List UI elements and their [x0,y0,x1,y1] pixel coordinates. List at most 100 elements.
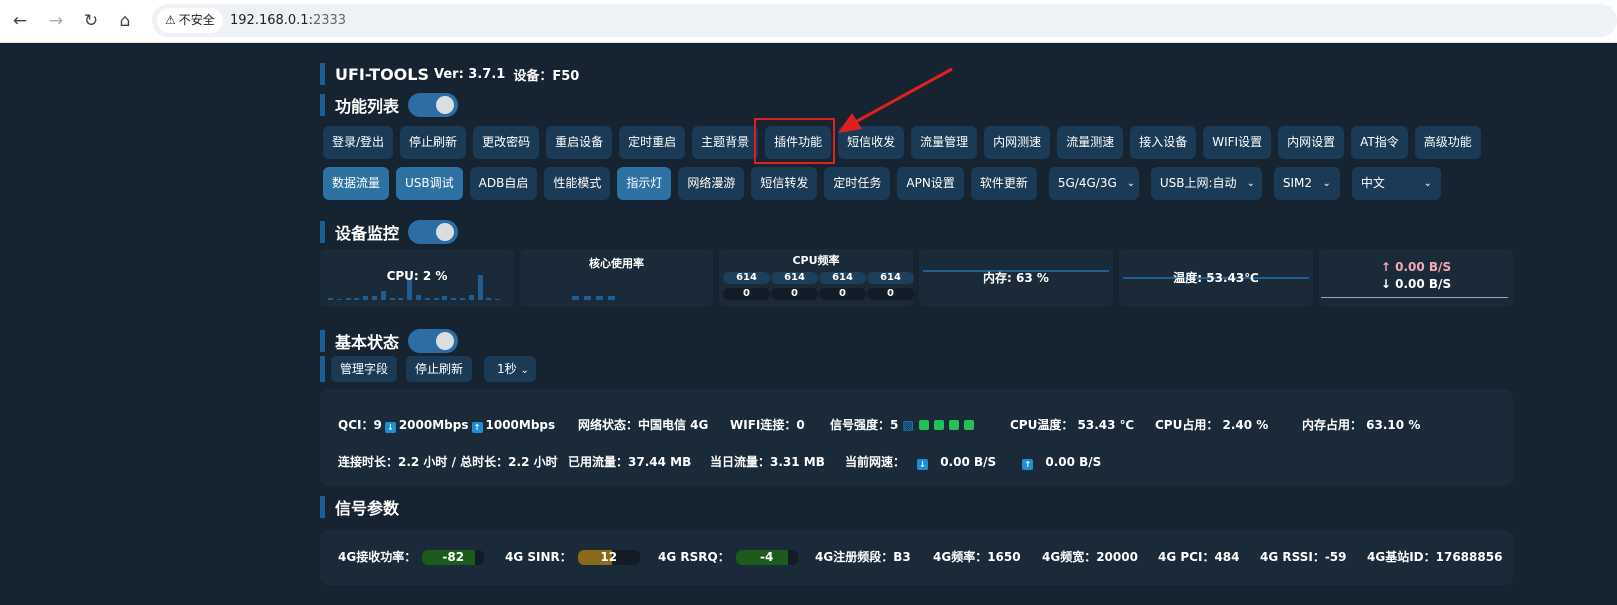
cpu-history-bar [486,297,492,300]
toggle-feature-button[interactable]: 数据流量 [323,167,390,200]
qci-item: QCI：9 ↓ 2000Mbps ↑ 1000Mbps [338,416,555,433]
feature-button[interactable]: 重启设备 [546,126,613,159]
upload-speed: ↑ 0.00 B/S [1380,260,1452,274]
cpu-history-bar [354,297,360,300]
feature-button[interactable]: AT指令 [1351,126,1408,159]
toggle-feature-button[interactable]: 短信转发 [751,167,818,200]
monitor-title: 设备监控 [335,224,400,243]
ul-rate: 1000Mbps [485,418,556,432]
core-usage-bar [608,296,615,300]
security-label: 不安全 [178,13,215,27]
cpu-history-bar [380,291,386,300]
cpu-freq-value: 614 [723,272,770,284]
toggle-feature-button[interactable]: 软件更新 [970,167,1037,200]
feature-button[interactable]: 接入设备 [1130,126,1197,159]
core-usage-title: 核心使用率 [589,257,644,270]
signal-bar [963,420,974,430]
cpu-freq-value: 614 [771,272,818,284]
feature-button[interactable]: 高级功能 [1414,126,1481,159]
toggle-knob [436,223,455,241]
cpu-history-bar [398,297,404,300]
toggle-knob [436,96,455,114]
toggle-feature-button[interactable]: 网络漫游 [678,167,745,200]
home-icon[interactable]: ⌂ [114,10,136,32]
cpu-temperature: CPU温度： 53.43 ℃ [1010,418,1135,432]
feature-button[interactable]: 登录/登出 [323,126,394,159]
feature-toggle[interactable] [408,93,459,117]
feature-button[interactable]: 定时重启 [619,126,686,159]
feature-button[interactable]: 更改密码 [473,126,540,159]
current-ul: 0.00 B/S [1045,455,1102,469]
stop-refresh-button[interactable]: 停止刷新 [406,356,473,382]
toggle-feature-button[interactable]: 定时任务 [824,167,891,200]
cpu-history-bar [407,280,413,300]
pci-item: 4G PCI：484 [1158,550,1240,564]
option-select[interactable]: SIM2 ⌄ [1273,167,1340,200]
sinr-value: 12 [600,550,618,564]
speed-line [1321,297,1508,298]
security-chip[interactable]: ⚠ 不安全 [157,8,223,33]
signal-section-title: 信号参数 [320,496,399,518]
cpu-history-bar [433,297,439,300]
cpu-history-bar [336,298,342,300]
rsrq-meter: -4 [735,550,798,565]
basic-status-section-title: 基本状态 [320,329,459,353]
toggle-feature-button[interactable]: USB调试 [396,167,463,200]
annotation-arrow-icon [838,67,953,133]
forward-icon[interactable]: → [45,10,67,32]
cpu-history-bar [468,295,474,300]
cpu-history-bar [451,297,457,300]
back-icon[interactable]: ← [9,10,31,32]
select-value: 5G/4G/3G [1057,176,1117,190]
refresh-interval-select[interactable]: 1秒 ⌄ [484,356,536,382]
address-bar[interactable]: ⚠ 不安全 192.168.0.1:2333 [152,4,1617,37]
feature-button[interactable]: 内网设置 [1278,126,1345,159]
monitor-section-title: 设备监控 [320,220,459,244]
monitor-cards: CPU: 2 % 核心使用率 CPU频率 614 0 614 0 614 0 614 0 内存… [320,249,1513,307]
title-marker [320,496,325,518]
feature-button[interactable]: 内网测速 [984,126,1051,159]
cpu-history-bar [477,275,483,300]
cpu-label: CPU: 2 % [386,269,448,283]
url-port: 2333 [312,13,347,28]
toggle-feature-button[interactable]: 指示灯 [617,167,672,200]
rssi-item: 4G RSSI：-59 [1260,550,1347,564]
cpu-history-bar [495,298,501,300]
signal-bar [918,420,929,430]
basic-status-toolbar: 管理字段 停止刷新 1秒 ⌄ [320,356,536,382]
feature-button[interactable]: 主题背景 [692,126,759,159]
title-marker [320,221,325,243]
interval-value: 1秒 [497,362,517,376]
reload-icon[interactable]: ↻ [80,10,102,32]
feature-button[interactable]: WIFI设置 [1203,126,1272,159]
wifi-connections: WIFI连接：0 [730,418,805,432]
browser-toolbar: ← → ↻ ⌂ ⚠ 不安全 192.168.0.1:2333 [0,0,1617,43]
upload-arrow-icon: ↑ [1022,459,1034,470]
option-select[interactable]: USB上网:自动 ⌄ [1150,167,1262,200]
toggle-feature-button[interactable]: ADB自启 [469,167,538,200]
option-select[interactable]: 5G/4G/3G ⌄ [1048,167,1139,200]
feature-button[interactable]: 流量测速 [1057,126,1124,159]
toggle-knob [436,332,455,350]
cpu-freq-title: CPU频率 [792,254,840,267]
feature-button[interactable]: 停止刷新 [400,126,467,159]
url-text[interactable]: 192.168.0.1:2333 [230,4,346,37]
option-select[interactable]: 中文 ⌄ [1351,167,1441,200]
rsrq-value: -4 [760,550,774,564]
chevron-down-icon: ⌄ [1246,178,1255,189]
current-speed: 当前网速： ↓ 0.00 B/S ↑ 0.00 B/S [845,453,1101,470]
cpu-freq-util: 0 [723,288,770,300]
current-speed-label: 当前网速： [845,455,906,469]
url-host: 192.168.0.1: [230,13,313,28]
manage-fields-button[interactable]: 管理字段 [331,356,398,382]
toggle-feature-button[interactable]: 性能模式 [544,167,611,200]
toggle-feature-button[interactable]: APN设置 [897,167,964,200]
download-arrow-icon: ↓ [384,422,396,433]
core-usage-bar [584,296,591,300]
monitor-toggle[interactable] [408,220,459,244]
basic-status-toggle[interactable] [408,329,459,353]
signal-bar [948,420,959,430]
sinr-item: 4G SINR： 12 [505,548,640,565]
connection-duration: 连接时长：2.2 小时 / 总时长：2.2 小时 [338,455,558,469]
cpu-freq-util: 0 [867,288,914,300]
